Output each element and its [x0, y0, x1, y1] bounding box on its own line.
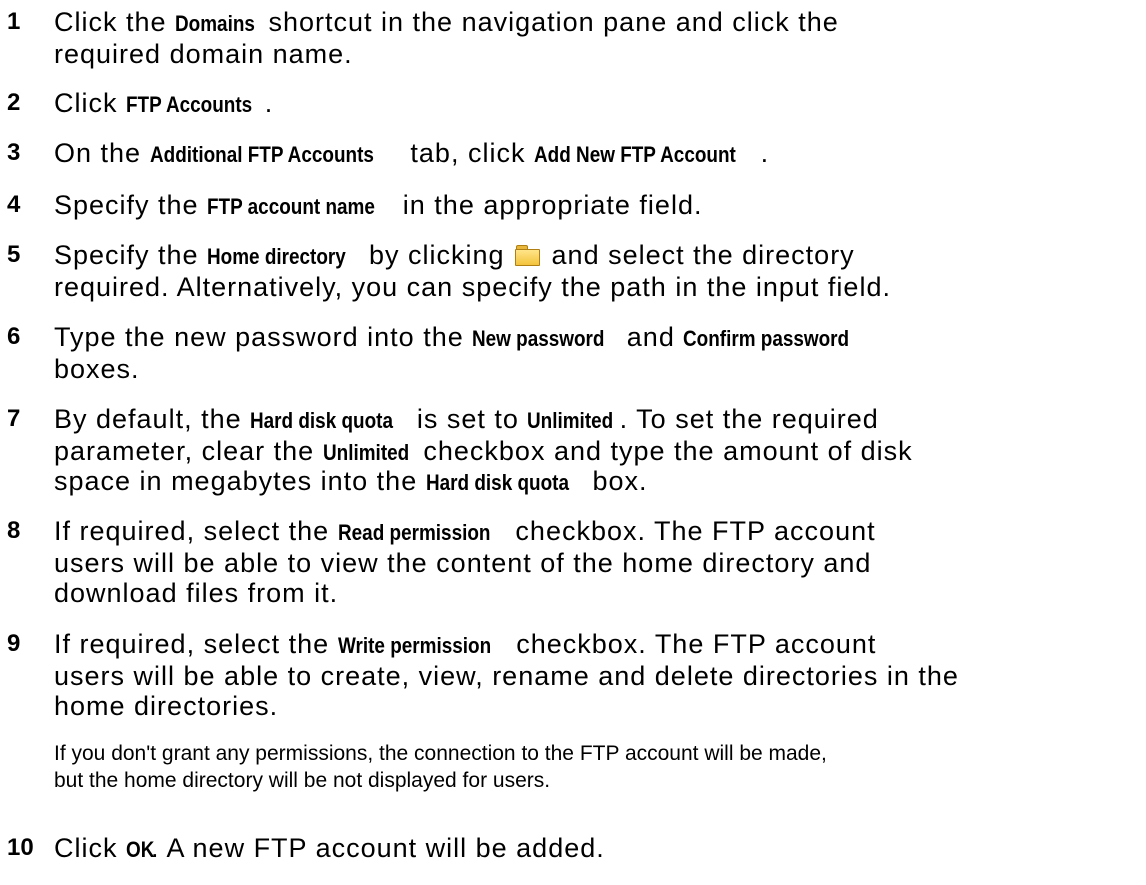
text-segment: users will be able to view the content o…: [54, 548, 872, 578]
note-line: but the home directory will be not displ…: [54, 769, 551, 792]
ui-term: Write permission: [337, 633, 491, 658]
step-line: Click OK. A new FTP account will be adde…: [54, 833, 1144, 863]
step-line: On the Additional FTP Accounts tab, clic…: [54, 138, 1144, 168]
text-segment: parameter, clear the: [54, 436, 323, 466]
step-line: By default, the Hard disk quota is set t…: [54, 404, 1144, 434]
step-number: 9: [7, 630, 21, 657]
text-segment: in the appropriate field.: [394, 190, 703, 220]
permissions-note: If you don't grant any permissions, the …: [54, 740, 827, 794]
ui-term: Confirm password: [683, 326, 850, 351]
text-segment: and select the directory: [543, 240, 855, 270]
ui-term: Add New FTP Account: [533, 142, 736, 167]
text-segment: box.: [583, 466, 648, 496]
text-segment: is set to: [408, 404, 528, 434]
text-segment: If required, select the: [54, 629, 338, 659]
ui-term: New password: [472, 326, 605, 351]
step-line: parameter, clear the Unlimited checkbox …: [54, 436, 1144, 466]
text-segment: download files from it.: [54, 578, 339, 608]
text-segment: Click the: [54, 7, 176, 37]
text-segment: boxes.: [54, 354, 140, 384]
step-line: If required, select the Write permission…: [54, 629, 1144, 659]
text-segment: by clicking: [360, 240, 514, 270]
ui-term: Home directory: [207, 244, 346, 269]
folder-icon: [515, 245, 541, 266]
step-line: download files from it.: [54, 578, 1144, 608]
step-text: Type the new password into the New passw…: [54, 322, 1144, 384]
step-line: boxes.: [54, 354, 1144, 384]
step-text: If required, select the Read permission …: [54, 516, 1144, 608]
step-text: By default, the Hard disk quota is set t…: [54, 404, 1144, 496]
text-segment: required. Alternatively, you can specify…: [54, 272, 891, 302]
step-number: 4: [7, 191, 21, 218]
text-segment: users will be able to create, view, rena…: [54, 661, 959, 691]
step-number: 7: [7, 405, 21, 432]
text-segment: .: [760, 138, 770, 168]
ui-term: Hard disk quota: [425, 470, 569, 495]
step-text: On the Additional FTP Accounts tab, clic…: [54, 138, 1144, 168]
step-text: Click FTP Accounts.: [54, 88, 1144, 118]
ui-term: Unlimited: [322, 440, 409, 465]
step-number: 8: [7, 517, 21, 544]
text-segment: By default, the: [54, 404, 251, 434]
ui-term: FTP Accounts: [126, 92, 253, 117]
ui-term: Additional FTP Accounts: [149, 142, 374, 167]
step-line: Specify the FTP account name in the appr…: [54, 190, 1144, 220]
step-number: 1: [7, 8, 21, 35]
step-line: users will be able to view the content o…: [54, 548, 1144, 578]
step-text: If required, select the Write permission…: [54, 629, 1144, 721]
text-segment: Type the new password into the: [54, 322, 473, 352]
text-segment: . To set the required: [619, 404, 879, 434]
text-segment: tab, click: [401, 138, 534, 168]
step-line: Type the new password into the New passw…: [54, 322, 1144, 352]
text-segment: Specify the: [54, 240, 208, 270]
step-line: If required, select the Read permission …: [54, 516, 1144, 546]
ui-term: Hard disk quota: [250, 408, 394, 433]
step-line: Specify the Home directory by clicking a…: [54, 240, 1144, 270]
text-segment: home directories.: [54, 691, 279, 721]
step-line: Click the Domains shortcut in the naviga…: [54, 7, 1144, 37]
text-segment: checkbox. The FTP account: [506, 516, 876, 546]
text-segment: and: [618, 322, 684, 352]
text-segment: If required, select the: [54, 516, 338, 546]
text-segment: Click: [54, 88, 126, 118]
step-line: required. Alternatively, you can specify…: [54, 272, 1144, 302]
step-line: space in megabytes into the Hard disk qu…: [54, 466, 1144, 496]
step-number: 6: [7, 323, 21, 350]
ui-term: Read permission: [337, 520, 491, 545]
text-segment: checkbox and type the amount of disk: [414, 436, 913, 466]
text-segment: Specify the: [54, 190, 208, 220]
step-text: Click OK. A new FTP account will be adde…: [54, 833, 1144, 863]
text-segment: Click: [54, 833, 126, 863]
step-number: 5: [7, 241, 21, 268]
text-segment: space in megabytes into the: [54, 466, 426, 496]
step-line: home directories.: [54, 691, 1144, 721]
step-number: 2: [7, 89, 21, 116]
step-text: Specify the FTP account name in the appr…: [54, 190, 1144, 220]
ui-term: Unlimited: [527, 408, 614, 433]
step-number: 3: [7, 139, 21, 166]
ui-term: Domains: [175, 11, 255, 36]
step-line: users will be able to create, view, rena…: [54, 661, 1144, 691]
ui-term: OK: [126, 837, 155, 862]
text-segment: shortcut in the navigation pane and clic…: [259, 7, 839, 37]
text-segment: . A new FTP account will be added.: [151, 833, 605, 863]
text-segment: checkbox. The FTP account: [507, 629, 877, 659]
note-line: If you don't grant any permissions, the …: [54, 742, 827, 765]
text-segment: required domain name.: [54, 39, 353, 69]
step-line: required domain name.: [54, 39, 1144, 69]
text-segment: On the: [54, 138, 150, 168]
ui-term: FTP account name: [207, 194, 375, 219]
step-text: Click the Domains shortcut in the naviga…: [54, 7, 1144, 69]
step-text: Specify the Home directory by clicking a…: [54, 240, 1144, 302]
step-number: 10: [7, 834, 34, 861]
text-segment: .: [264, 88, 274, 118]
step-line: Click FTP Accounts.: [54, 88, 1144, 118]
